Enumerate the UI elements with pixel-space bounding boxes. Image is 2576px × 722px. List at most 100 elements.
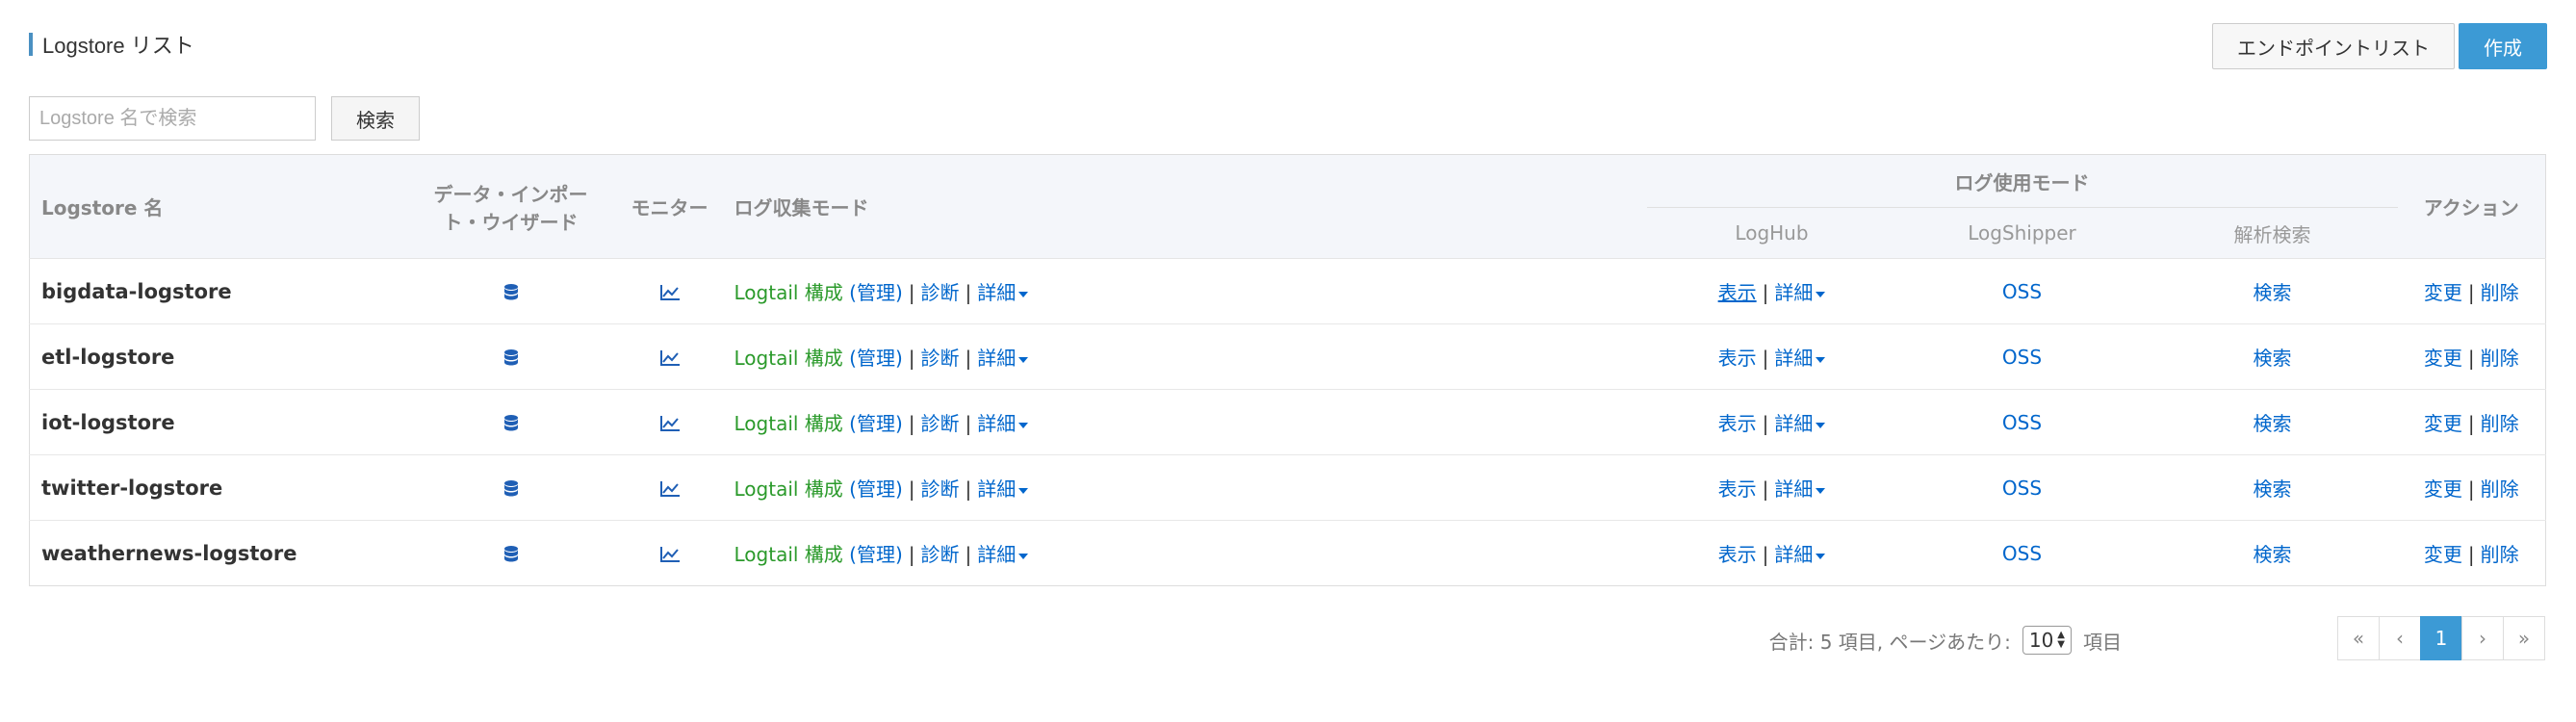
- table-row: weathernews-logstore Logtail 構成 (管理) | 診断 | 詳…: [29, 520, 2546, 586]
- detail-dropdown[interactable]: 詳細: [977, 412, 1029, 435]
- spinner-arrows-icon: ▲ ▼: [2057, 630, 2065, 650]
- loghub-detail-dropdown[interactable]: 詳細: [1774, 412, 1826, 435]
- table-footer: 合計: 5 項目, ページあたり: 10 ▲ ▼ 項目 « ‹ 1 › »: [0, 612, 2576, 660]
- manage-link[interactable]: (管理): [849, 412, 903, 435]
- caret-down-icon: [1018, 422, 1029, 428]
- view-link[interactable]: 表示: [1718, 412, 1757, 435]
- oss-link[interactable]: OSS: [2002, 346, 2042, 369]
- analysis-search-link[interactable]: 検索: [2254, 347, 2292, 370]
- detail-dropdown[interactable]: 詳細: [977, 281, 1029, 304]
- analysis-search-link[interactable]: 検索: [2254, 477, 2292, 501]
- delete-link[interactable]: 削除: [2481, 477, 2519, 501]
- line-chart-icon[interactable]: [659, 346, 681, 369]
- view-link[interactable]: 表示: [1718, 281, 1757, 304]
- collection-mode-cell: Logtail 構成 (管理) | 診断 | 詳細: [722, 520, 1647, 586]
- diagnose-link[interactable]: 診断: [921, 543, 960, 566]
- separator: |: [1762, 281, 1769, 304]
- loghub-detail-dropdown[interactable]: 詳細: [1774, 281, 1826, 304]
- detail-dropdown[interactable]: 詳細: [977, 347, 1029, 370]
- last-page-button[interactable]: »: [2503, 616, 2545, 660]
- diagnose-link[interactable]: 診断: [921, 477, 960, 501]
- table-row: iot-logstore Logtail 構成 (管理) | 診断 | 詳細 表示 | 詳細 OS…: [29, 389, 2546, 455]
- oss-link[interactable]: OSS: [2002, 477, 2042, 500]
- header-monitor: モニター: [616, 154, 723, 259]
- delete-link[interactable]: 削除: [2481, 412, 2519, 435]
- separator: |: [2467, 347, 2475, 370]
- loghub-detail-dropdown[interactable]: 詳細: [1774, 543, 1826, 566]
- create-button[interactable]: 作成: [2459, 23, 2547, 69]
- detail-label: 詳細: [1774, 477, 1814, 501]
- manage-link[interactable]: (管理): [849, 281, 903, 304]
- manage-link[interactable]: (管理): [849, 543, 903, 566]
- detail-dropdown[interactable]: 詳細: [977, 477, 1029, 501]
- view-link[interactable]: 表示: [1718, 477, 1757, 501]
- manage-link[interactable]: (管理): [849, 347, 903, 370]
- logtail-config-link[interactable]: Logtail 構成: [734, 412, 843, 435]
- separator: |: [908, 347, 915, 370]
- per-page-select[interactable]: 10 ▲ ▼: [2022, 626, 2072, 655]
- loghub-cell: 表示 | 詳細: [1646, 258, 1897, 324]
- summary-text: 合計: 5 項目, ページあたり:: [1768, 630, 2011, 654]
- search-button[interactable]: 検索: [331, 96, 420, 141]
- current-page-button[interactable]: 1: [2420, 616, 2462, 660]
- next-page-button[interactable]: ›: [2461, 616, 2504, 660]
- oss-link[interactable]: OSS: [2002, 411, 2042, 434]
- separator: |: [965, 543, 972, 566]
- detail-label: 詳細: [1774, 412, 1814, 435]
- first-page-button[interactable]: «: [2337, 616, 2380, 660]
- diagnose-link[interactable]: 診断: [921, 412, 960, 435]
- line-chart-icon[interactable]: [659, 280, 681, 303]
- delete-link[interactable]: 削除: [2481, 281, 2519, 304]
- endpoint-list-button[interactable]: エンドポイントリスト: [2212, 23, 2455, 69]
- caret-down-icon: [1018, 356, 1029, 363]
- collection-mode-cell: Logtail 構成 (管理) | 診断 | 詳細: [722, 389, 1647, 455]
- separator: |: [908, 281, 915, 304]
- analysis-search-link[interactable]: 検索: [2254, 281, 2292, 304]
- view-link[interactable]: 表示: [1718, 543, 1757, 566]
- pager: « ‹ 1 › »: [2337, 616, 2545, 660]
- table-row: etl-logstore Logtail 構成 (管理) | 診断 | 詳細 表示 | 詳細 OS…: [29, 323, 2546, 390]
- items-suffix: 項目: [2083, 630, 2122, 654]
- loghub-detail-dropdown[interactable]: 詳細: [1774, 347, 1826, 370]
- analysis-search-link[interactable]: 検索: [2254, 412, 2292, 435]
- prev-page-button[interactable]: ‹: [2379, 616, 2421, 660]
- database-icon[interactable]: [503, 280, 519, 303]
- database-icon[interactable]: [503, 542, 519, 565]
- loghub-detail-dropdown[interactable]: 詳細: [1774, 477, 1826, 501]
- database-icon[interactable]: [503, 411, 519, 434]
- edit-link[interactable]: 変更: [2424, 281, 2462, 304]
- diagnose-link[interactable]: 診断: [921, 281, 960, 304]
- manage-link[interactable]: (管理): [849, 477, 903, 501]
- line-chart-icon[interactable]: [659, 477, 681, 500]
- detail-label: 詳細: [977, 281, 1017, 304]
- separator: |: [2467, 412, 2475, 435]
- separator: |: [1762, 412, 1769, 435]
- edit-link[interactable]: 変更: [2424, 543, 2462, 566]
- edit-link[interactable]: 変更: [2424, 477, 2462, 501]
- logtail-config-link[interactable]: Logtail 構成: [734, 281, 843, 304]
- oss-link[interactable]: OSS: [2002, 280, 2042, 303]
- logtail-config-link[interactable]: Logtail 構成: [734, 477, 843, 501]
- edit-link[interactable]: 変更: [2424, 412, 2462, 435]
- caret-down-icon: [1816, 487, 1826, 494]
- line-chart-icon[interactable]: [659, 411, 681, 434]
- logtail-config-link[interactable]: Logtail 構成: [734, 347, 843, 370]
- analysis-search-link[interactable]: 検索: [2254, 543, 2292, 566]
- logtail-config-link[interactable]: Logtail 構成: [734, 543, 843, 566]
- database-icon[interactable]: [503, 346, 519, 369]
- delete-link[interactable]: 削除: [2481, 543, 2519, 566]
- database-icon[interactable]: [503, 477, 519, 500]
- detail-label: 詳細: [977, 412, 1017, 435]
- logstore-search-input[interactable]: [29, 96, 316, 141]
- separator: |: [2467, 543, 2475, 566]
- line-chart-icon[interactable]: [659, 542, 681, 565]
- delete-link[interactable]: 削除: [2481, 347, 2519, 370]
- separator: |: [1762, 543, 1769, 566]
- oss-link[interactable]: OSS: [2002, 542, 2042, 565]
- edit-link[interactable]: 変更: [2424, 347, 2462, 370]
- title-accent-bar: [29, 33, 33, 56]
- view-link[interactable]: 表示: [1718, 347, 1757, 370]
- diagnose-link[interactable]: 診断: [921, 347, 960, 370]
- header-usage-mode: ログ使用モード: [1646, 154, 2398, 208]
- detail-dropdown[interactable]: 詳細: [977, 543, 1029, 566]
